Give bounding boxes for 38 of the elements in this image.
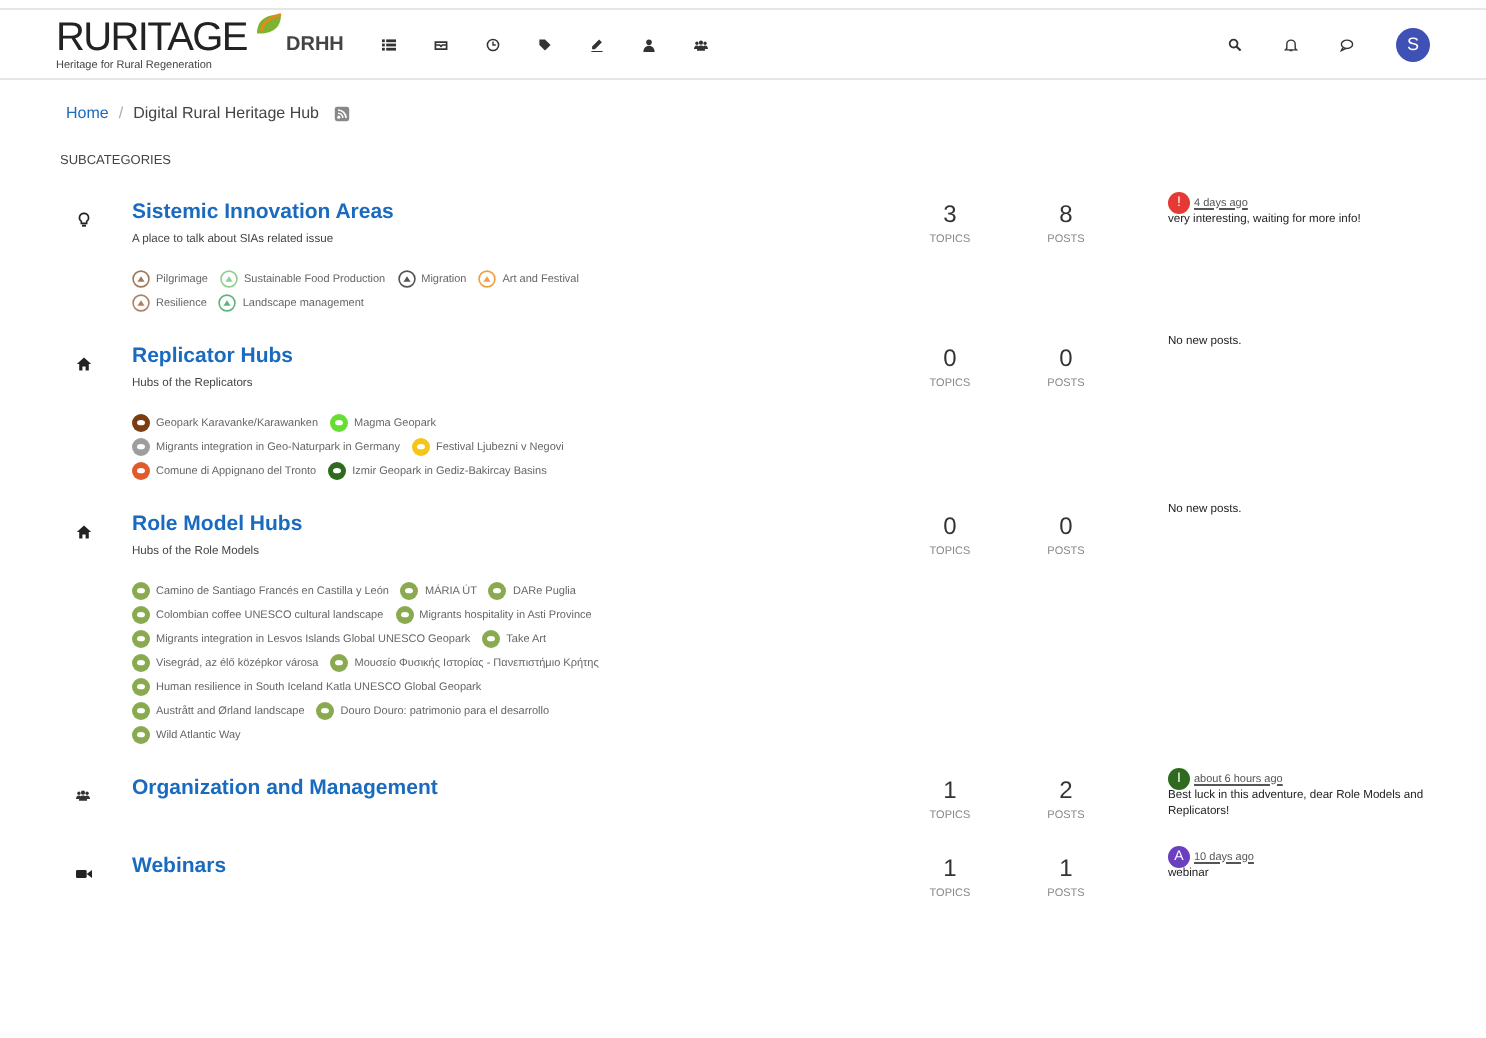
- inbox-icon[interactable]: [433, 37, 448, 51]
- pencil-icon[interactable]: [589, 37, 604, 51]
- tags-icon[interactable]: [537, 37, 552, 51]
- topic-count: 3: [943, 200, 957, 228]
- bell-icon[interactable]: [1284, 37, 1298, 51]
- category-title[interactable]: Role Model Hubs: [132, 512, 303, 536]
- topic-count: 0: [943, 344, 957, 372]
- post-count: 0: [1059, 512, 1073, 540]
- home-icon: [76, 356, 92, 372]
- post-count: 1: [1059, 854, 1073, 882]
- users-icon[interactable]: [693, 37, 708, 51]
- lightbulb-icon: [76, 212, 92, 228]
- category-title[interactable]: Webinars: [132, 854, 227, 878]
- topic-count: 0: [943, 512, 957, 540]
- topic-count: 1: [943, 776, 957, 804]
- category-title[interactable]: Organization and Management: [132, 776, 438, 800]
- clock-icon[interactable]: [485, 37, 500, 51]
- topic-count: 1: [943, 854, 957, 882]
- logo-text[interactable]: RURITAGE: [56, 18, 247, 58]
- user-icon[interactable]: [641, 37, 656, 51]
- home-icon: [76, 524, 92, 540]
- site-title[interactable]: DRHH: [286, 33, 344, 55]
- search-icon[interactable]: [1228, 37, 1242, 51]
- category-title[interactable]: Replicator Hubs: [132, 344, 294, 368]
- rss-icon[interactable]: [333, 105, 350, 121]
- post-count: 0: [1059, 344, 1073, 372]
- post-count: 2: [1059, 776, 1073, 804]
- chat-icon[interactable]: [1340, 37, 1354, 51]
- video-camera-icon: [76, 866, 92, 882]
- category-title[interactable]: Sistemic Innovation Areas: [132, 200, 394, 224]
- post-count: 8: [1059, 200, 1073, 228]
- users-icon[interactable]: [76, 788, 90, 802]
- breadcrumb-current: Digital Rural Heritage Hub: [133, 104, 320, 122]
- user-avatar[interactable]: S: [1396, 27, 1430, 61]
- breadcrumb-separator: /: [118, 104, 124, 122]
- leaf-icon: [254, 12, 284, 36]
- list-icon[interactable]: [381, 37, 396, 51]
- breadcrumb-link[interactable]: Home: [66, 104, 109, 122]
